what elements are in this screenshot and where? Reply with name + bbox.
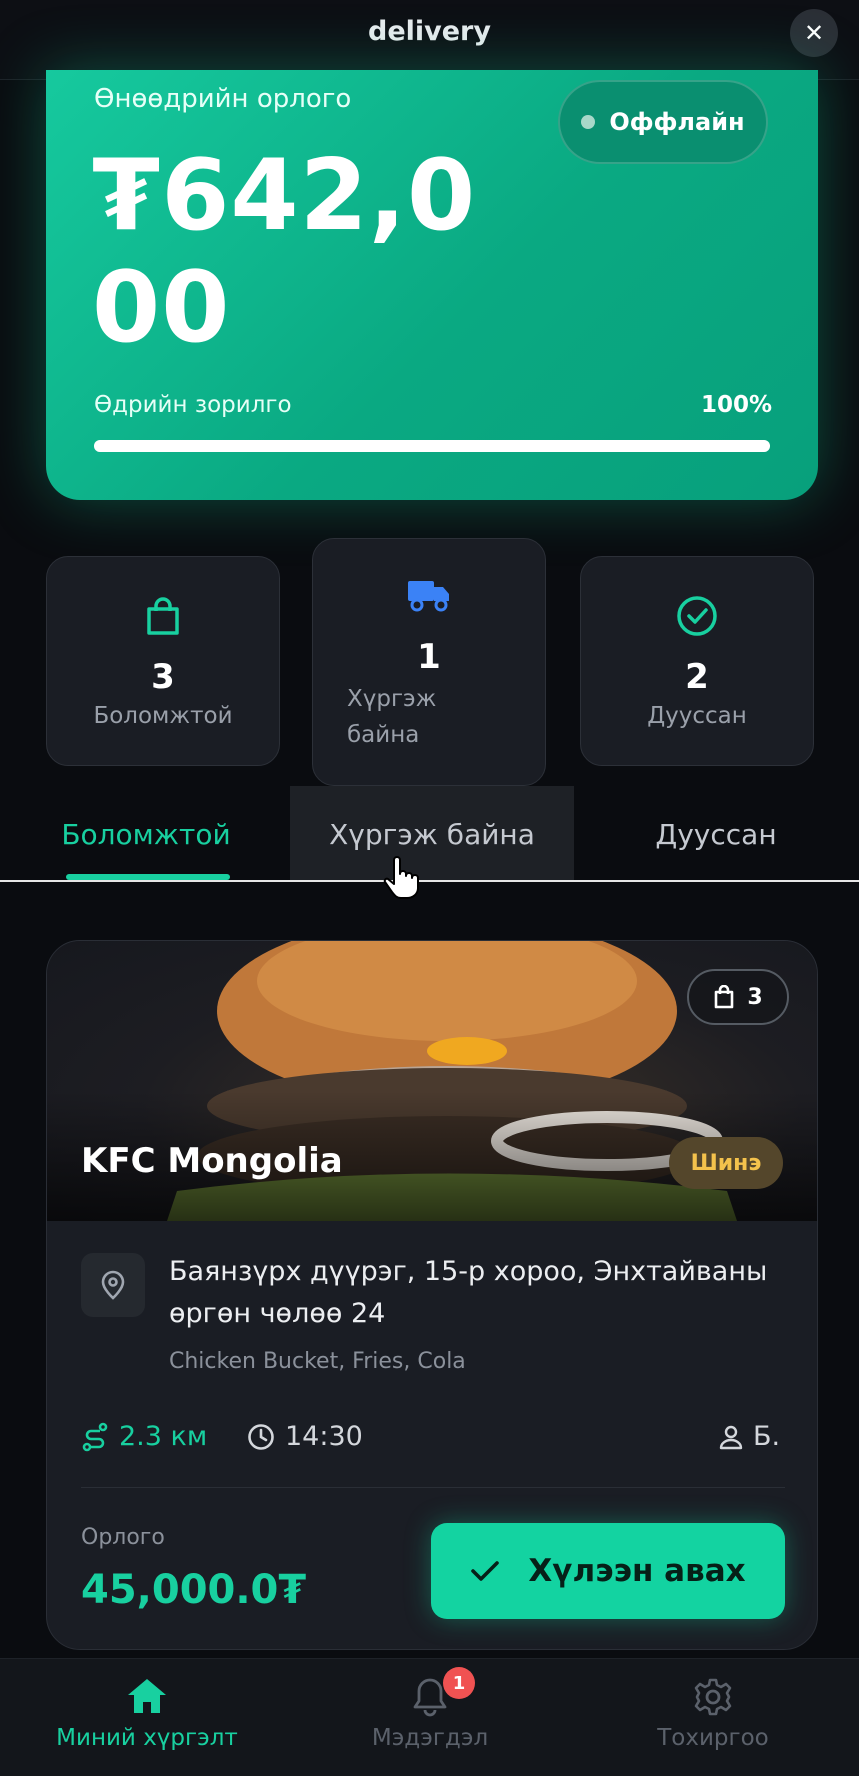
goal-percent: 100% (700, 392, 772, 418)
tab-divider (0, 880, 859, 882)
bell-icon (287, 1677, 573, 1717)
shopping-bag-icon (47, 597, 279, 637)
stat-card-delivering[interactable]: 1 Хүргэж байна (312, 538, 546, 786)
delivery-address: Баянзүрх дүүрэг, 15-р хороо, Энхтайваны … (169, 1256, 768, 1329)
earning-amount: 45,000.0₮ (81, 1567, 307, 1613)
close-icon: ✕ (803, 19, 825, 47)
hand-cursor-icon (382, 856, 422, 904)
stat-label: Боломжтой (93, 703, 233, 729)
status-label: Оффлайн (609, 108, 745, 136)
truck-icon (313, 577, 545, 613)
order-card[interactable]: 3 KFC Mongolia Шинэ Баянзүрх дүүрэг, 15-… (46, 940, 818, 1650)
nav-label: Тохиргоо (657, 1725, 769, 1751)
restaurant-image: 3 KFC Mongolia Шинэ (47, 941, 817, 1221)
check-icon (471, 1561, 500, 1581)
app-title: delivery (368, 16, 491, 47)
card-divider (81, 1487, 785, 1488)
map-pin-icon (81, 1253, 145, 1317)
stat-value: 3 (151, 657, 175, 697)
clock-icon (248, 1423, 274, 1450)
distance-value: 2.3 км (119, 1421, 208, 1452)
stat-label: Дууссан (647, 703, 747, 729)
route-icon (82, 1422, 108, 1451)
goal-label: Өдрийн зорилго (94, 392, 292, 418)
time-value: 14:30 (285, 1421, 363, 1452)
tab-bar: Боломжтой Хүргэж байна Дууссан (0, 786, 859, 882)
bottom-navigation: Миний хүргэлт 1 Мэдэгдэл Тохиргоо (0, 1658, 859, 1776)
stat-label: Хүргэж байна (347, 686, 437, 748)
goal-progress-bar (94, 440, 770, 452)
goal-progress-fill (94, 440, 770, 452)
stat-value: 2 (685, 657, 709, 697)
stat-card-available[interactable]: 3 Боломжтой (46, 556, 280, 766)
notification-count-badge: 1 (443, 1667, 475, 1699)
new-order-badge: Шинэ (669, 1137, 783, 1189)
accept-order-button[interactable]: Хүлээн авах (431, 1523, 785, 1619)
check-circle-icon (581, 595, 813, 637)
restaurant-name: KFC Mongolia (81, 1141, 343, 1181)
earnings-card: Өнөөдрийн орлого ₮642,000 Оффлайн Өдрийн… (46, 70, 818, 500)
customer-info: Б. (719, 1421, 780, 1452)
shopping-bag-icon (715, 985, 734, 1009)
close-button[interactable]: ✕ (790, 9, 838, 57)
item-count-badge: 3 (687, 969, 789, 1025)
stat-value: 1 (417, 637, 441, 677)
status-dot-icon (581, 115, 596, 129)
nav-notifications[interactable]: 1 Мэдэгдэл (287, 1659, 573, 1776)
app-header: delivery ✕ (0, 0, 859, 80)
home-icon (4, 1677, 290, 1715)
earning-label: Орлого (81, 1525, 165, 1550)
earnings-label: Өнөөдрийн орлого (94, 84, 352, 114)
accept-button-label: Хүлээн авах (528, 1553, 746, 1589)
nav-label: Мэдэгдэл (371, 1725, 489, 1751)
earnings-amount: ₮642,000 (92, 139, 477, 365)
nav-label: Миний хүргэлт (56, 1725, 238, 1751)
distance-info: 2.3 км (81, 1421, 207, 1452)
nav-settings[interactable]: Тохиргоо (570, 1659, 856, 1776)
online-status-toggle[interactable]: Оффлайн (558, 80, 768, 164)
gear-icon (570, 1677, 856, 1717)
tab-completed[interactable]: Дууссан (616, 786, 816, 882)
customer-name: Б. (753, 1421, 781, 1452)
tab-delivering[interactable]: Хүргэж байна (290, 786, 574, 882)
tab-available[interactable]: Боломжтой (46, 786, 246, 882)
item-count: 3 (747, 984, 763, 1010)
order-items: Chicken Bucket, Fries, Cola (169, 1349, 466, 1374)
stat-card-completed[interactable]: 2 Дууссан (580, 556, 814, 766)
nav-my-deliveries[interactable]: Миний хүргэлт (4, 1659, 290, 1776)
user-icon (719, 1425, 743, 1449)
time-info: 14:30 (247, 1421, 363, 1452)
